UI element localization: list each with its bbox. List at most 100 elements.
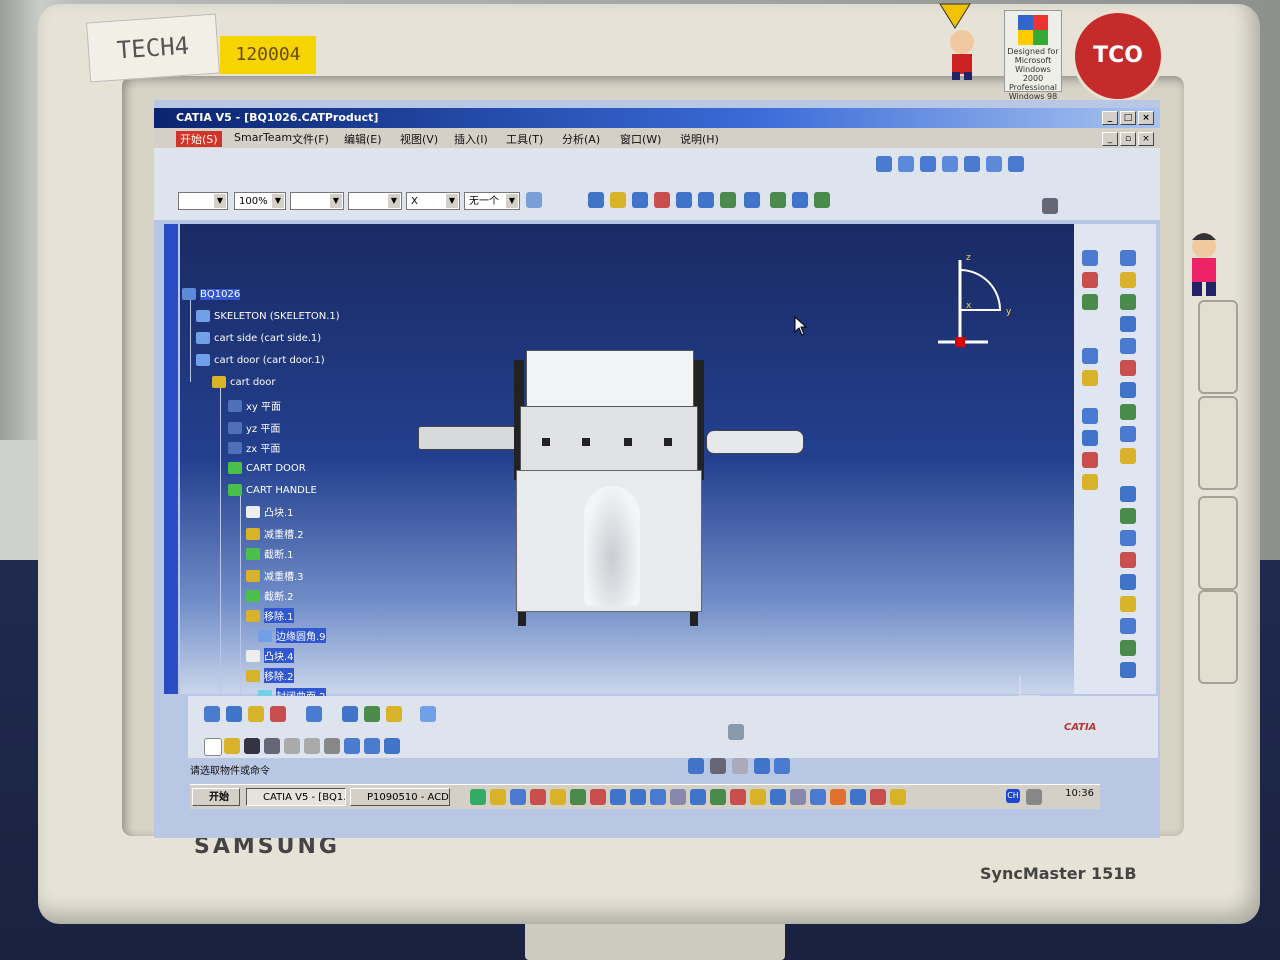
rt-icon-17[interactable] — [1120, 404, 1136, 420]
layer-combo[interactable]: 无一个 — [464, 192, 520, 210]
view-toolbar-icon-6[interactable] — [986, 156, 1002, 172]
quicklaunch-icon-17[interactable] — [790, 789, 806, 805]
bt-icon-4[interactable] — [270, 706, 286, 722]
menu-insert[interactable]: 插入(I) — [454, 131, 488, 147]
tree-node-xy-plane[interactable]: xy 平面 — [228, 398, 281, 413]
menu-smarteam[interactable]: SmarTeam — [234, 131, 292, 144]
quicklaunch-icon-9[interactable] — [630, 789, 646, 805]
copy-icon[interactable] — [304, 738, 320, 754]
point-type-combo[interactable]: X — [406, 192, 460, 210]
bt-icon-1[interactable] — [204, 706, 220, 722]
tree-node-cart-side[interactable]: cart side (cart side.1) — [196, 332, 321, 344]
tree-node-yz-plane[interactable]: yz 平面 — [228, 420, 280, 435]
grill-left-shelf[interactable] — [418, 426, 520, 450]
menu-view[interactable]: 视图(V) — [400, 131, 438, 147]
open-folder-icon[interactable] — [224, 738, 240, 754]
bt-icon-8[interactable] — [386, 706, 402, 722]
quicklaunch-icon-16[interactable] — [770, 789, 786, 805]
rt-icon-16[interactable] — [1120, 382, 1136, 398]
adjust-down-button[interactable] — [1198, 590, 1238, 684]
menu-start[interactable]: 开始(S) — [176, 131, 222, 147]
menu-tools[interactable]: 工具(T) — [506, 131, 543, 147]
normal-view-icon[interactable] — [720, 192, 736, 208]
quicklaunch-icon-14[interactable] — [730, 789, 746, 805]
rt-icon-22[interactable] — [1120, 530, 1136, 546]
new-file-icon[interactable] — [204, 738, 222, 756]
transparency-combo[interactable]: 100% — [234, 192, 286, 210]
view-toolbar-icon-4[interactable] — [942, 156, 958, 172]
rt-icon-27[interactable] — [1120, 640, 1136, 656]
multi-view-icon[interactable] — [744, 192, 760, 208]
rt-icon-4[interactable] — [1082, 348, 1098, 364]
tree-node-skeleton[interactable]: SKELETON (SKELETON.1) — [196, 310, 340, 322]
minimize-button[interactable]: _ — [1102, 111, 1118, 125]
tree-node-cart-door-body[interactable]: CART DOOR — [228, 462, 306, 474]
rt-icon-20[interactable] — [1120, 486, 1136, 502]
quicklaunch-icon-2[interactable] — [490, 789, 506, 805]
tree-node-pocket-2[interactable]: 减重槽.2 — [246, 526, 304, 541]
line-thickness-combo[interactable] — [290, 192, 344, 210]
bt-icon-10[interactable] — [728, 724, 744, 740]
paste-icon[interactable] — [324, 738, 340, 754]
window-titlebar[interactable]: CATIA V5 - [BQ1026.CATProduct] _ □ × — [154, 108, 1160, 128]
tree-expand-icon[interactable] — [774, 758, 790, 774]
tree-node-fillet-9[interactable]: 边缘圆角.9 — [258, 628, 326, 643]
format-painter-icon[interactable] — [526, 192, 542, 208]
bt-icon-9[interactable] — [420, 706, 436, 722]
rt-icon-9[interactable] — [1082, 474, 1098, 490]
quicklaunch-icon-11[interactable] — [670, 789, 686, 805]
menu-file[interactable]: 文件(F) — [292, 131, 329, 147]
tree-scrollbar[interactable] — [164, 224, 178, 694]
shading-icon[interactable] — [792, 192, 808, 208]
bt-icon-2[interactable] — [226, 706, 242, 722]
tree-node-split-2[interactable]: 截断.2 — [246, 588, 294, 603]
bt-icon-6[interactable] — [342, 706, 358, 722]
tree-node-cart-door-part[interactable]: cart door — [212, 376, 276, 388]
taskbar-acdsee[interactable]: P1090510 - ACD... — [350, 788, 450, 806]
redo-icon[interactable] — [364, 738, 380, 754]
save-icon[interactable] — [244, 738, 260, 754]
tree-node-pocket-3[interactable]: 减重槽.3 — [246, 568, 304, 583]
quicklaunch-icon-12[interactable] — [690, 789, 706, 805]
zoom-out-icon[interactable] — [698, 192, 714, 208]
tree-node-pad-4[interactable]: 凸块.4 — [246, 648, 294, 663]
quicklaunch-icon-6[interactable] — [570, 789, 586, 805]
undo-icon[interactable] — [344, 738, 360, 754]
quicklaunch-icon-3[interactable] — [510, 789, 526, 805]
quicklaunch-icon-7[interactable] — [590, 789, 606, 805]
view-toolbar-icon-7[interactable] — [1008, 156, 1024, 172]
fly-mode-icon[interactable] — [588, 192, 604, 208]
menu-analysis[interactable]: 分析(A) — [562, 131, 600, 147]
close-button[interactable]: × — [1138, 111, 1154, 125]
tree-node-split-1[interactable]: 截断.1 — [246, 546, 294, 561]
menu-help[interactable]: 说明(H) — [680, 131, 719, 147]
fit-all-icon[interactable] — [610, 192, 626, 208]
quicklaunch-icon-5[interactable] — [550, 789, 566, 805]
cart-door-handle[interactable] — [584, 486, 640, 606]
bt-icon-5[interactable] — [306, 706, 322, 722]
rt-icon-8[interactable] — [1082, 452, 1098, 468]
rt-icon-11[interactable] — [1120, 272, 1136, 288]
print-icon[interactable] — [264, 738, 280, 754]
bt-icon-3[interactable] — [248, 706, 264, 722]
view-toolbar-icon-2[interactable] — [898, 156, 914, 172]
zoom-in-icon[interactable] — [676, 192, 692, 208]
quicklaunch-icon-22[interactable] — [890, 789, 906, 805]
quicklaunch-icon-8[interactable] — [610, 789, 626, 805]
tree-node-cart-door[interactable]: cart door (cart door.1) — [196, 354, 325, 366]
tray-icon[interactable] — [1026, 789, 1042, 805]
rt-icon-1[interactable] — [1082, 250, 1098, 266]
quicklaunch-icon-20[interactable] — [850, 789, 866, 805]
compass-widget[interactable]: z y x — [930, 250, 1030, 360]
adjust-up-button[interactable] — [1198, 496, 1238, 590]
menu-edit[interactable]: 编辑(E) — [344, 131, 382, 147]
maximize-button[interactable]: □ — [1120, 111, 1136, 125]
rt-icon-23[interactable] — [1120, 552, 1136, 568]
doc-minimize-button[interactable]: _ — [1102, 132, 1118, 146]
line-type-combo[interactable] — [348, 192, 402, 210]
rt-icon-21[interactable] — [1120, 508, 1136, 524]
grill-right-shelf[interactable] — [706, 430, 804, 454]
quicklaunch-icon-10[interactable] — [650, 789, 666, 805]
iso-view-icon[interactable] — [770, 192, 786, 208]
doc-close-button[interactable]: × — [1138, 132, 1154, 146]
